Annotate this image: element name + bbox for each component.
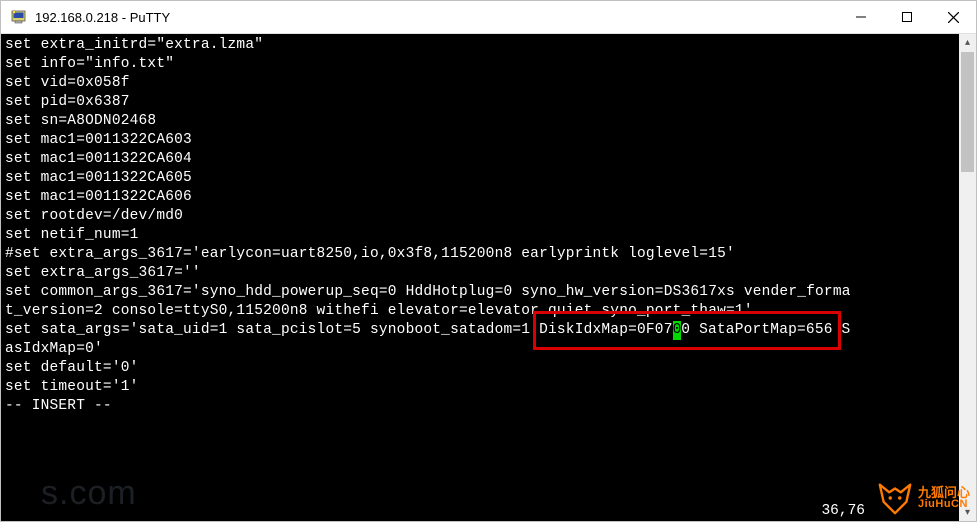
terminal-line: set extra_args_3617='' [5, 264, 958, 283]
terminal-line: set pid=0x6387 [5, 93, 958, 112]
terminal-line: set rootdev=/dev/md0 [5, 207, 958, 226]
terminal-line: set extra_initrd="extra.lzma" [5, 36, 958, 55]
terminal-content: set extra_initrd="extra.lzma"set info="i… [5, 36, 958, 519]
terminal-line: set info="info.txt" [5, 55, 958, 74]
terminal-line: set common_args_3617='syno_hdd_powerup_s… [5, 283, 958, 302]
terminal-line: #set extra_args_3617='earlycon=uart8250,… [5, 245, 958, 264]
terminal-line: set sn=A8ODN02468 [5, 112, 958, 131]
terminal-line: set timeout='1' [5, 378, 958, 397]
window-controls [838, 1, 976, 33]
terminal-line: set netif_num=1 [5, 226, 958, 245]
terminal-line: set default='0' [5, 359, 958, 378]
terminal[interactable]: set extra_initrd="extra.lzma"set info="i… [1, 34, 976, 521]
terminal-line: asIdxMap=0' [5, 340, 958, 359]
vertical-scrollbar[interactable]: ▴ ▾ [959, 34, 976, 521]
app-icon [9, 7, 29, 27]
putty-window: 192.168.0.218 - PuTTY set extra_initrd="… [0, 0, 977, 522]
scrollbar-up-arrow[interactable]: ▴ [959, 34, 976, 51]
terminal-line: t_version=2 console=ttyS0,115200n8 withe… [5, 302, 958, 321]
terminal-line: set sata_args='sata_uid=1 sata_pcislot=5… [5, 321, 958, 340]
terminal-line: set mac1=0011322CA604 [5, 150, 958, 169]
vim-position-indicator: 36,76 [821, 502, 952, 521]
scrollbar-down-arrow[interactable]: ▾ [959, 504, 976, 521]
terminal-line: set mac1=0011322CA603 [5, 131, 958, 150]
scrollbar-thumb[interactable] [961, 52, 974, 172]
terminal-line: set vid=0x058f [5, 74, 958, 93]
window-title: 192.168.0.218 - PuTTY [35, 10, 838, 25]
maximize-button[interactable] [884, 1, 930, 33]
close-button[interactable] [930, 1, 976, 33]
terminal-line: set mac1=0011322CA606 [5, 188, 958, 207]
titlebar[interactable]: 192.168.0.218 - PuTTY [1, 1, 976, 34]
terminal-line: set mac1=0011322CA605 [5, 169, 958, 188]
terminal-line: -- INSERT -- [5, 397, 958, 416]
minimize-button[interactable] [838, 1, 884, 33]
text-cursor: 0 [673, 321, 682, 340]
